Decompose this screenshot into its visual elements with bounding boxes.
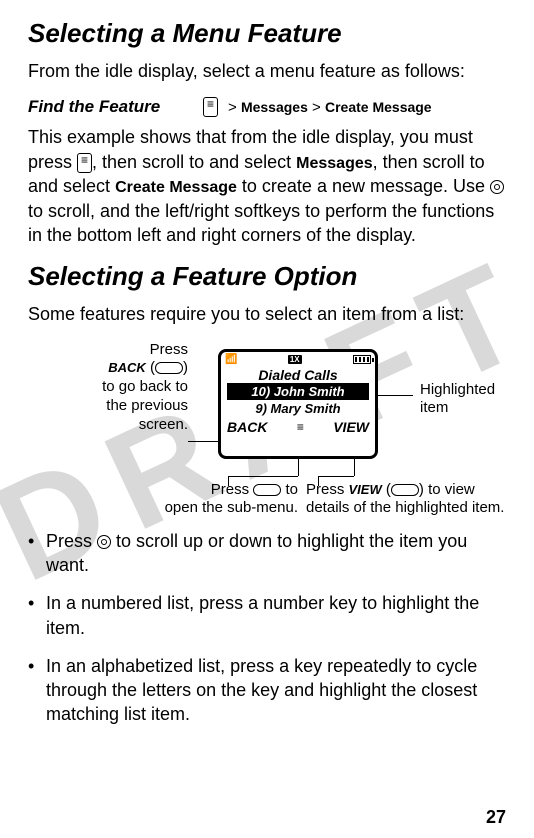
bullet-item: In an alphabetized list, press a key rep… bbox=[46, 654, 506, 727]
callout-text: to go back to bbox=[102, 378, 188, 395]
callout-text: ) to view bbox=[419, 481, 475, 498]
left-softkey-icon bbox=[155, 362, 183, 374]
bold-create-message: Create Message bbox=[115, 179, 237, 196]
callout-text: item bbox=[420, 399, 448, 416]
path-create-message: Create Message bbox=[325, 99, 432, 115]
intro-paragraph-2: Some features require you to select an i… bbox=[28, 302, 506, 326]
bold-messages: Messages bbox=[296, 155, 373, 172]
callout-back-label: BACK bbox=[108, 360, 146, 375]
heading-selecting-feature-option: Selecting a Feature Option bbox=[28, 261, 506, 292]
diagram-container: Press BACK () to go back to the previous… bbox=[28, 341, 506, 521]
callout-line bbox=[188, 441, 218, 442]
signal-icon: 📶 bbox=[225, 354, 236, 365]
scroll-key-icon bbox=[490, 180, 504, 194]
intro-paragraph-1: From the idle display, select a menu fea… bbox=[28, 59, 506, 83]
callout-text: Press bbox=[150, 341, 188, 358]
menu-key-shape-icon bbox=[253, 484, 281, 496]
callout-text: open the sub-menu. bbox=[165, 499, 298, 516]
scroll-key-icon bbox=[97, 535, 111, 549]
softkey-view: VIEW bbox=[333, 419, 369, 435]
callout-text: details of the highlighted item. bbox=[306, 499, 504, 516]
menu-key-icon bbox=[203, 97, 218, 117]
bullet-item: Press to scroll up or down to highlight … bbox=[46, 529, 506, 578]
example-text: to create a new message. Use bbox=[237, 176, 490, 196]
phone-screen: 📶 1X Dialed Calls 10) John Smith 9) Mary… bbox=[218, 349, 378, 459]
callout-text: Press bbox=[211, 481, 254, 498]
path-sep: > bbox=[228, 99, 237, 116]
softkey-row: BACK ≡ VIEW bbox=[221, 417, 375, 437]
callout-back-key: Press BACK () to go back to the previous… bbox=[68, 341, 188, 435]
path-sep: > bbox=[312, 99, 321, 116]
callout-text: to bbox=[281, 481, 298, 498]
callout-submenu: Press to open the sub-menu. bbox=[118, 481, 298, 519]
callout-view-label: VIEW bbox=[349, 482, 382, 497]
bullet-item: In a numbered list, press a number key t… bbox=[46, 591, 506, 640]
find-feature-label: Find the Feature bbox=[28, 97, 193, 117]
list-item-highlighted: 10) John Smith bbox=[227, 383, 369, 400]
bullet-list: Press to scroll up or down to highlight … bbox=[28, 529, 506, 727]
callout-text: Highlighted bbox=[420, 381, 495, 398]
callout-line bbox=[298, 459, 299, 476]
callout-highlighted-item: Highlighted item bbox=[420, 381, 495, 419]
menu-softkey-icon: ≡ bbox=[297, 420, 304, 434]
example-paragraph: This example shows that from the idle di… bbox=[28, 125, 506, 247]
menu-key-icon bbox=[77, 153, 92, 173]
bullet-text: Press bbox=[46, 531, 97, 551]
find-feature-row: Find the Feature > Messages > Create Mes… bbox=[28, 97, 506, 117]
list-item: 9) Mary Smith bbox=[221, 400, 375, 417]
page-number: 27 bbox=[486, 807, 506, 828]
callout-line bbox=[228, 476, 298, 477]
callout-text: Press bbox=[306, 481, 349, 498]
path-messages: Messages bbox=[241, 99, 308, 115]
callout-line bbox=[354, 459, 355, 476]
screen-title: Dialed Calls bbox=[221, 367, 375, 383]
example-text: , then scroll to and select bbox=[92, 152, 296, 172]
status-bar: 📶 1X bbox=[221, 352, 375, 365]
network-badge: 1X bbox=[288, 355, 302, 364]
right-softkey-icon bbox=[391, 484, 419, 496]
feature-path: > Messages > Create Message bbox=[228, 99, 432, 116]
callout-view-key: Press VIEW ( ) to view details of the hig… bbox=[306, 481, 504, 519]
softkey-back: BACK bbox=[227, 419, 267, 435]
battery-icon bbox=[353, 355, 371, 364]
callout-text: ( bbox=[382, 481, 391, 498]
callout-text: the previous bbox=[106, 397, 188, 414]
example-text: to scroll, and the left/right softkeys t… bbox=[28, 201, 494, 245]
heading-selecting-menu-feature: Selecting a Menu Feature bbox=[28, 18, 506, 49]
callout-line bbox=[378, 395, 413, 396]
callout-text: screen. bbox=[139, 416, 188, 433]
callout-line bbox=[318, 476, 354, 477]
